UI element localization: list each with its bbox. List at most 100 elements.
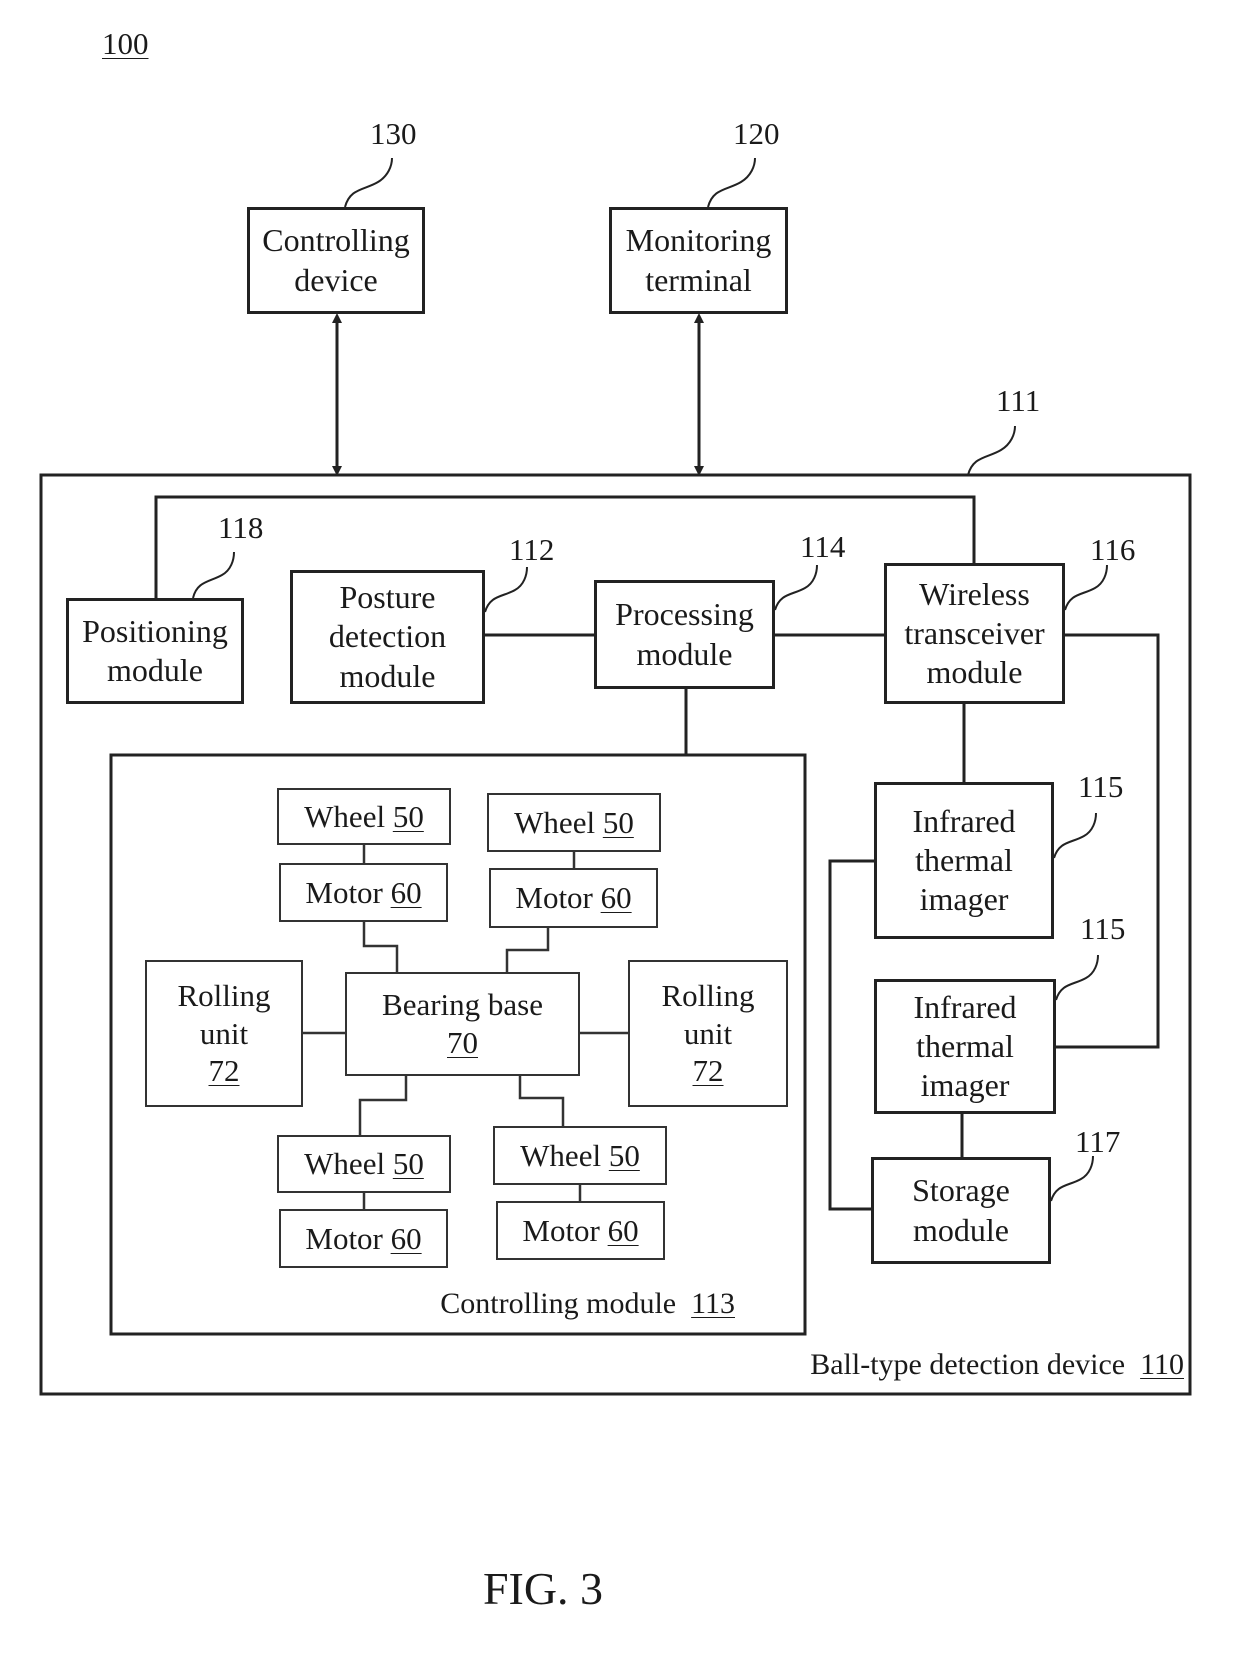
bearing-base: Bearing base 70: [345, 972, 580, 1076]
infrared-thermal-imager-1-box: Infrared thermal imager: [874, 782, 1054, 939]
ref-117: 117: [1075, 1124, 1121, 1159]
link-motor-bearing-tl: [362, 922, 399, 972]
wheel-ref: 50: [602, 804, 634, 840]
leader-120: [707, 157, 756, 208]
link-motor-bearing-tr: [505, 928, 550, 972]
leader-116: [1064, 564, 1108, 611]
rolling-line1: Rolling: [177, 977, 271, 1013]
ref-116: 116: [1090, 532, 1136, 567]
infrared1-line3: imager: [919, 881, 1009, 918]
posture-line1: Posture: [339, 579, 436, 616]
motor-ref: 60: [390, 1220, 422, 1256]
posture-line3: module: [339, 657, 436, 694]
ref-118: 118: [218, 510, 264, 545]
leader-115a: [1053, 812, 1097, 859]
ref-115-a: 115: [1078, 769, 1124, 804]
infrared2-line3: imager: [920, 1067, 1010, 1104]
rolling-unit-right: Rolling unit 72: [628, 960, 788, 1107]
infrared1-line2: thermal: [915, 841, 1013, 878]
bearing-ref: 70: [447, 1025, 478, 1060]
leader-111: [967, 425, 1016, 476]
monitoring-terminal-line2: terminal: [645, 261, 752, 298]
line-positioning-wireless: [154, 495, 976, 598]
link-bearing-wheel-br: [518, 1076, 565, 1126]
positioning-line1: Positioning: [82, 612, 228, 649]
wireless-line1: Wireless: [919, 575, 1030, 612]
leader-130: [344, 157, 393, 208]
controlling-device-line1: Controlling: [262, 222, 410, 259]
wheel-label: Wheel: [514, 804, 596, 840]
processing-line1: Processing: [615, 596, 754, 633]
infrared1-line1: Infrared: [912, 802, 1016, 839]
figure-caption: FIG. 3: [482, 1563, 604, 1614]
wheel-bottom-right: Wheel 50: [493, 1126, 667, 1185]
motor-label: Motor: [522, 1212, 600, 1248]
monitoring-terminal-line1: Monitoring: [625, 222, 772, 259]
ref-112: 112: [509, 532, 555, 567]
motor-label: Motor: [305, 1220, 383, 1256]
motor-ref: 60: [607, 1212, 639, 1248]
wheel-top-right: Wheel 50: [487, 793, 661, 852]
system-ref-100: 100: [102, 26, 149, 61]
infrared2-line2: thermal: [916, 1027, 1014, 1064]
rolling-ref: 72: [692, 1053, 724, 1089]
wheel-ref: 50: [608, 1137, 640, 1173]
positioning-module-box: Positioning module: [66, 598, 244, 704]
motor-ref: 60: [390, 874, 422, 910]
motor-ref: 60: [600, 880, 632, 916]
line-ir1-storage: [828, 859, 874, 1211]
wheel-top-left: Wheel 50: [277, 788, 451, 845]
motor-bottom-right: Motor 60: [496, 1201, 665, 1260]
leader-114: [774, 564, 818, 611]
leader-115b: [1055, 954, 1099, 1001]
processing-line2: module: [636, 635, 733, 672]
rolling-line2: unit: [683, 1015, 733, 1051]
ref-111: 111: [996, 383, 1041, 418]
positioning-line2: module: [107, 652, 203, 688]
rolling-line2: unit: [199, 1015, 249, 1051]
controlling-module-ref: 113: [691, 1287, 735, 1320]
wheel-label: Wheel: [304, 798, 386, 834]
motor-label: Motor: [515, 880, 593, 916]
rolling-unit-left: Rolling unit 72: [145, 960, 303, 1107]
rolling-line1: Rolling: [661, 977, 755, 1013]
bearing-label: Bearing base: [382, 987, 543, 1023]
controlling-module-caption: Controlling module 113: [440, 1287, 735, 1321]
storage-line2: module: [913, 1211, 1009, 1248]
leader-117: [1050, 1155, 1094, 1202]
storage-module-box: Storage module: [871, 1157, 1051, 1264]
storage-line1: Storage: [912, 1172, 1010, 1209]
wheel-ref: 50: [392, 798, 424, 834]
ref-120: 120: [733, 116, 780, 151]
controlling-module-label: Controlling module: [440, 1287, 677, 1320]
motor-top-right: Motor 60: [489, 868, 658, 928]
leader-112: [484, 566, 528, 613]
wheel-label: Wheel: [520, 1137, 602, 1173]
wireless-line3: module: [926, 654, 1023, 691]
posture-detection-module-box: Posture detection module: [290, 570, 485, 704]
controlling-device-box: Controlling device: [247, 207, 425, 314]
ref-115-b: 115: [1080, 911, 1126, 946]
posture-line2: detection: [328, 618, 447, 655]
ref-130: 130: [370, 116, 417, 151]
ref-114: 114: [800, 529, 846, 564]
motor-bottom-left: Motor 60: [279, 1209, 448, 1268]
device-ref: 110: [1140, 1348, 1184, 1381]
link-bearing-wheel-bl: [358, 1076, 408, 1135]
processing-module-box: Processing module: [594, 580, 775, 689]
wheel-ref: 50: [392, 1146, 424, 1182]
motor-label: Motor: [305, 874, 383, 910]
rolling-ref: 72: [208, 1053, 240, 1089]
leader-118: [192, 551, 235, 599]
infrared-thermal-imager-2-box: Infrared thermal imager: [874, 979, 1056, 1114]
motor-top-left: Motor 60: [279, 863, 448, 922]
wheel-bottom-left: Wheel 50: [277, 1135, 451, 1193]
monitoring-terminal-box: Monitoring terminal: [609, 207, 788, 314]
device-caption: Ball-type detection device 110: [810, 1348, 1184, 1382]
wheel-label: Wheel: [304, 1146, 386, 1182]
wireless-transceiver-module-box: Wireless transceiver module: [884, 563, 1065, 704]
infrared2-line1: Infrared: [913, 988, 1017, 1025]
controlling-device-line2: device: [294, 261, 378, 298]
device-label: Ball-type detection device: [810, 1348, 1126, 1381]
wireless-line2: transceiver: [904, 614, 1045, 651]
